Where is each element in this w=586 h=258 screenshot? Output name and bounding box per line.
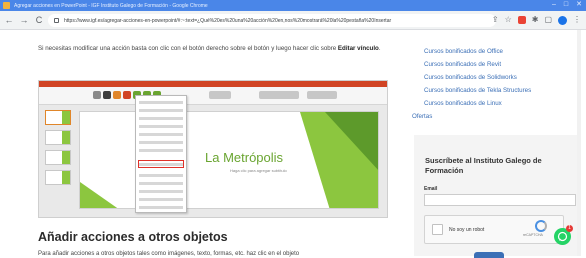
forward-button[interactable]: →: [18, 15, 30, 25]
lock-icon: [54, 18, 59, 23]
ppt-tabs-bar: [39, 81, 387, 87]
paragraph-bold-text: Editar vínculo: [337, 45, 379, 52]
paragraph-end: .: [378, 45, 381, 52]
profile-avatar[interactable]: [558, 15, 567, 25]
maximize-button[interactable]: □: [564, 1, 568, 9]
page-scrollbar[interactable]: [577, 30, 581, 256]
url-text[interactable]: https://www.igf.es/agregar-acciones-en-p…: [64, 18, 484, 24]
tab-search-icon[interactable]: ▢: [544, 15, 552, 25]
toolbar-icons: ⇪ ☆ ✱ ▢ ⋮: [492, 15, 581, 25]
ppt-ribbon-icon: [259, 91, 299, 99]
ppt-thumbnail: [45, 130, 71, 145]
slide-subtitle: Haga clic para agregar subtítulo: [230, 168, 287, 173]
whatsapp-icon: [557, 231, 568, 242]
sidebar-link-tekla[interactable]: Cursos bonificados de Tekla Structures: [424, 87, 531, 94]
sidebar-link-offers[interactable]: Ofertas: [412, 113, 432, 120]
ppt-thumbnail: [45, 150, 71, 165]
ppt-ribbon-icon: [103, 91, 111, 99]
ppt-ribbon-icon: [113, 91, 121, 99]
email-field[interactable]: [424, 194, 576, 206]
ppt-ribbon: [39, 81, 387, 105]
extension-icon[interactable]: [517, 16, 526, 24]
recaptcha-logo-icon: [535, 220, 547, 232]
ppt-ribbon-icon: [123, 91, 131, 99]
ppt-context-menu: [135, 95, 187, 213]
ppt-slide: La Metrópolis Haga clic para agregar sub…: [79, 111, 379, 209]
address-bar[interactable]: https://www.igf.es/agregar-acciones-en-p…: [48, 14, 496, 27]
tab-favicon-icon: [3, 2, 10, 9]
browser-toolbar: ← → C https://www.igf.es/agregar-accione…: [0, 11, 586, 30]
ppt-ribbon-icon: [209, 91, 231, 99]
paragraph-text: Si necesitas modificar una acción basta …: [38, 45, 338, 52]
bookmark-star-icon[interactable]: ☆: [505, 15, 512, 25]
article: Si necesitas modificar una acción basta …: [38, 30, 393, 257]
share-icon[interactable]: ⇪: [492, 15, 499, 25]
section-heading: Añadir acciones a otros objetos: [38, 230, 228, 244]
page-content: Si necesitas modificar una acción basta …: [0, 30, 586, 258]
email-label: Email: [424, 186, 438, 192]
subscribe-title: Suscríbete al Instituto Galego de Formac…: [425, 156, 542, 175]
sidebar-link-solidworks[interactable]: Cursos bonificados de Solidworks: [424, 74, 517, 81]
back-button[interactable]: ←: [3, 15, 15, 25]
window-title: Agregar acciones en PowerPoint - IGF Ins…: [14, 2, 208, 9]
recaptcha-label: No soy un robot: [449, 227, 485, 233]
sidebar-link-linux[interactable]: Cursos bonificados de Linux: [424, 100, 502, 107]
notification-badge: 1: [566, 225, 573, 232]
context-menu-highlight: [138, 160, 184, 168]
recaptcha-checkbox[interactable]: [432, 224, 443, 235]
window-controls: – □ ✕: [552, 1, 582, 9]
ppt-thumbnail: [45, 170, 71, 185]
recaptcha-brand: reCAPTCHA: [523, 233, 543, 237]
slide-title: La Metrópolis: [205, 150, 284, 165]
section-paragraph: Para añadir acciones a otros objetos tal…: [38, 251, 300, 257]
article-paragraph: Si necesitas modificar una acción basta …: [38, 44, 388, 53]
sidebar-link-office[interactable]: Cursos bonificados de Office: [424, 48, 503, 55]
subscribe-button[interactable]: [474, 252, 504, 258]
sidebar: Cursos bonificados de Office Cursos boni…: [411, 30, 581, 258]
menu-kebab-icon[interactable]: ⋮: [573, 15, 581, 25]
recaptcha-widget: No soy un robot reCAPTCHA: [424, 215, 564, 244]
ppt-ribbon-icon: [93, 91, 101, 99]
close-button[interactable]: ✕: [576, 1, 582, 9]
sidebar-link-revit[interactable]: Cursos bonificados de Revit: [424, 61, 501, 68]
powerpoint-screenshot-image: La Metrópolis Haga clic para agregar sub…: [38, 80, 388, 218]
extensions-puzzle-icon[interactable]: ✱: [532, 15, 539, 25]
minimize-button[interactable]: –: [552, 1, 556, 9]
ppt-thumbnails: [41, 108, 75, 216]
ppt-ribbon-icon: [307, 91, 337, 99]
reload-button[interactable]: C: [33, 15, 45, 25]
whatsapp-chat-button[interactable]: 1: [554, 225, 573, 245]
window-titlebar: Agregar acciones en PowerPoint - IGF Ins…: [0, 0, 586, 11]
ppt-thumbnail: [45, 110, 71, 125]
